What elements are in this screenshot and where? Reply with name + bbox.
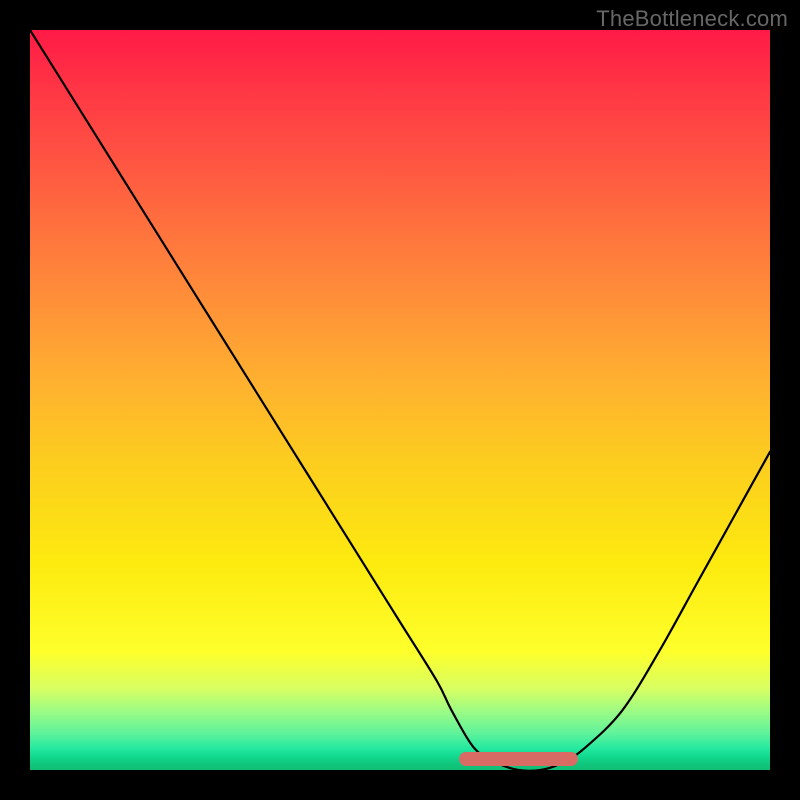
chart-frame: TheBottleneck.com [0,0,800,800]
watermark-text: TheBottleneck.com [596,6,788,32]
plot-area [30,30,770,770]
line-curve [30,30,770,770]
highlight-marker [459,752,577,766]
